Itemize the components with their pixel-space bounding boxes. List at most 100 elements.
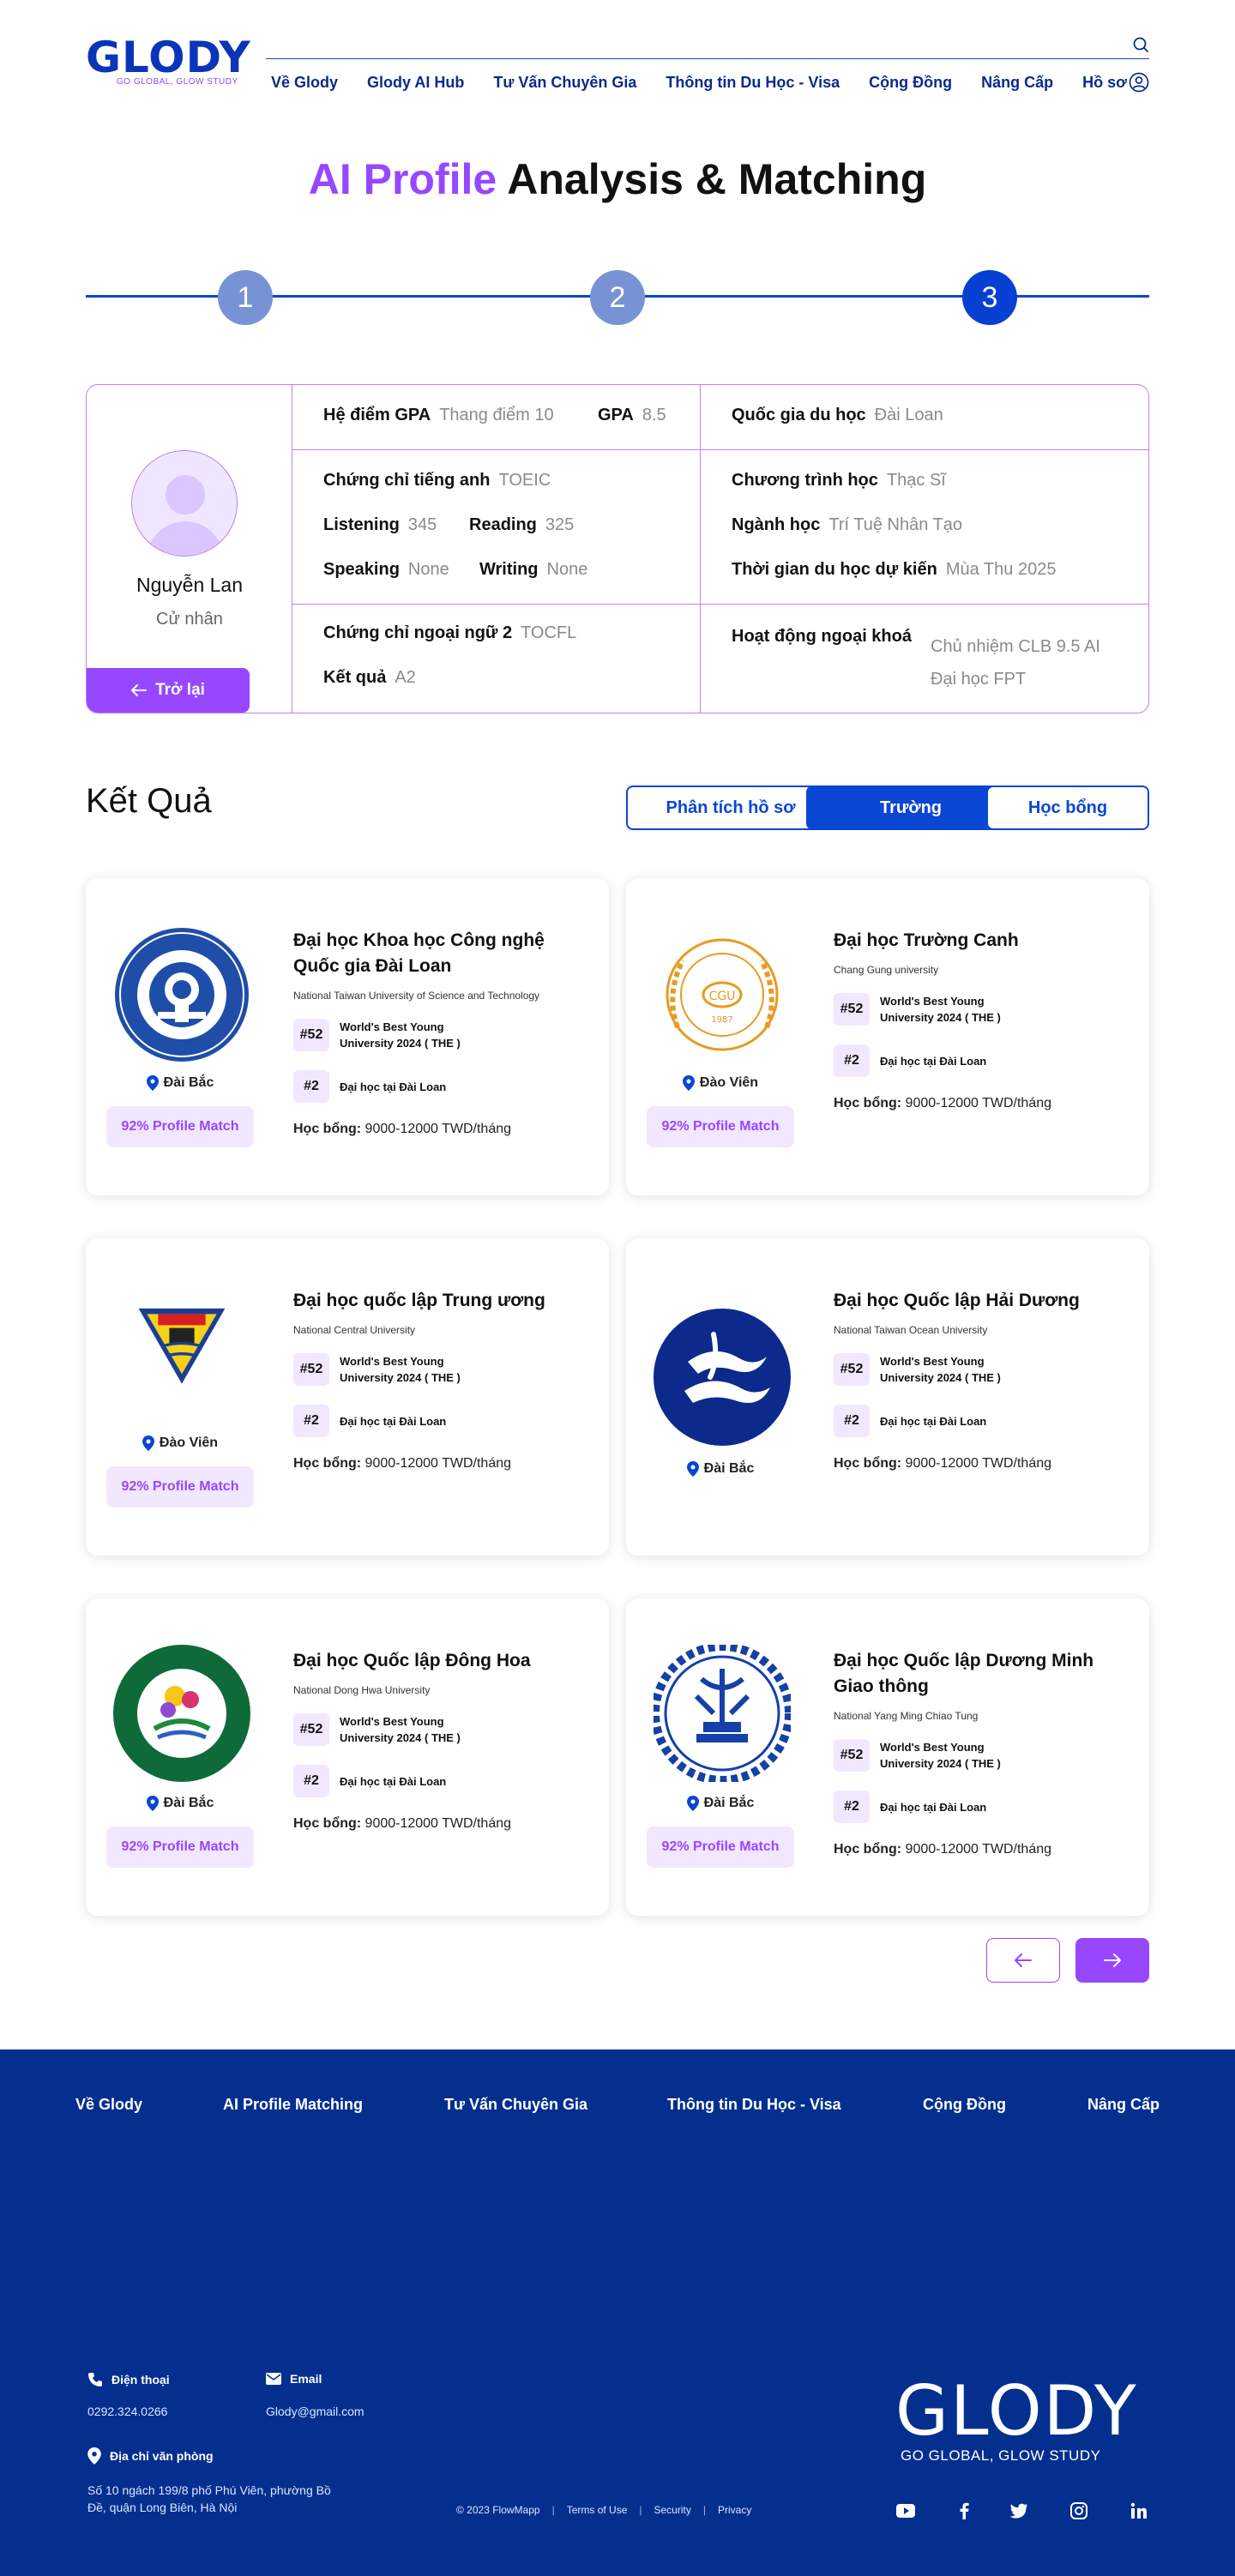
tab-scholarships[interactable]: Học bổng (986, 785, 1149, 830)
listening-label: Listening (323, 515, 400, 534)
country-label: Quốc gia du học (732, 406, 866, 424)
ncu-triangle-icon (113, 1293, 250, 1430)
nav-item-visa-info[interactable]: Thông tin Du Học - Visa (666, 74, 840, 92)
university-card[interactable]: Đào Viên 92% Profile Match Đại học quốc … (86, 1238, 609, 1556)
university-card[interactable]: Đài Bắc 92% Profile Match Đại học Quốc l… (626, 1598, 1149, 1916)
arrow-left-icon (131, 684, 148, 696)
university-name-line-1: Đại học Quốc lập Dương Minh (834, 1651, 1094, 1670)
site-header: GLODY GO GLOBAL, GLOW STUDY Về Glody Glo… (0, 0, 1235, 120)
next-page-button[interactable] (1075, 1938, 1149, 1983)
step-1[interactable]: 1 (218, 270, 273, 325)
scholarship: Học bổng: 9000-12000 TWD/tháng (834, 1096, 1051, 1111)
footer-nav-about[interactable]: Về Glody (75, 2096, 142, 2114)
reading-row: Reading 325 (469, 515, 574, 535)
gpa-scale-row: Hệ điểm GPA Thang điểm 10 (323, 406, 554, 425)
ranking-text: Đại học tại Đài Loan (340, 1414, 447, 1428)
twitter-icon[interactable] (1009, 2501, 1029, 2521)
step-2[interactable]: 2 (590, 270, 645, 325)
page-title-accent: AI Profile (308, 155, 497, 203)
ranking-text-line-1: World's Best Young (880, 1741, 985, 1754)
linkedin-icon[interactable] (1129, 2501, 1149, 2521)
footer-nav-community[interactable]: Cộng Đồng (923, 2096, 1006, 2114)
back-button-label: Trở lại (155, 681, 205, 699)
university-card[interactable]: Đài Bắc 92% Profile Match Đại học Quốc l… (86, 1598, 609, 1916)
page-title-rest: Analysis & Matching (497, 155, 927, 203)
nav-item-upgrade[interactable]: Nâng Cấp (981, 74, 1053, 92)
ranking-badge: #2 (293, 1070, 329, 1103)
university-name: Đại học Quốc lập Dương Minh Giao thông (834, 1648, 1125, 1700)
nav-item-expert[interactable]: Tư Vấn Chuyên Gia (493, 74, 636, 92)
step-3[interactable]: 3 (962, 270, 1017, 325)
footer-nav-upgrade[interactable]: Nâng Cấp (1087, 2096, 1160, 2114)
nav-item-profile[interactable]: Hồ sơ (1082, 74, 1127, 92)
user-icon[interactable] (1129, 72, 1149, 93)
ranking-taiwan: #2 Đại học tại Đài Loan (834, 1405, 986, 1437)
instagram-icon[interactable] (1069, 2501, 1089, 2521)
ranking-text: World's Best Young University 2024 ( THE … (880, 993, 1001, 1026)
footer-nav-expert[interactable]: Tư Vấn Chuyên Gia (444, 2096, 587, 2114)
arrow-right-icon (1104, 1953, 1121, 1967)
university-card[interactable]: CGU 1987 Đào Viên 92% Profile Match Đại … (626, 878, 1149, 1195)
progress-stepper: 1 2 3 (86, 268, 1149, 329)
writing-value: None (546, 560, 588, 579)
major-row: Ngành học Trí Tuệ Nhân Tạo (732, 515, 962, 535)
university-card[interactable]: Đài Bắc 92% Profile Match Đại học Khoa h… (86, 878, 609, 1195)
ranking-text: World's Best Young University 2024 ( THE … (340, 1353, 461, 1386)
gpa-scale-value: Thang điểm 10 (439, 406, 554, 424)
ranking-badge: #52 (293, 1353, 329, 1386)
youtube-icon[interactable] (895, 2501, 916, 2521)
location: Đài Bắc (626, 1461, 815, 1477)
map-pin-icon (146, 1075, 159, 1091)
gpa-cell: Hệ điểm GPA Thang điểm 10 GPA 8.5 (292, 385, 701, 450)
nav-item-about[interactable]: Về Glody (271, 74, 338, 92)
email-value[interactable]: Glody@gmail.com (266, 2404, 364, 2418)
map-pin-icon (87, 2447, 101, 2465)
legal-separator: | (639, 2504, 642, 2516)
security-link[interactable]: Security (654, 2504, 691, 2516)
university-english-name: National Taiwan University of Science an… (293, 990, 540, 1002)
extra-value-block: Chủ nhiệm CLB 9.5 AI Đại học FPT (931, 630, 1100, 695)
footer-nav-visa-info[interactable]: Thông tin Du Học - Visa (667, 2096, 841, 2114)
scholarship: Học bổng: 9000-12000 TWD/tháng (293, 1122, 511, 1137)
address-value: Số 10 ngách 199/8 phố Phú Viên, phường B… (87, 2482, 331, 2516)
ranking-badge: #2 (293, 1765, 329, 1797)
second-language-cell: Chứng chỉ ngoại ngữ 2 TOCFL Kết quả A2 (292, 605, 701, 713)
university-name-line-1: Đại học Trường Canh (834, 930, 1019, 950)
university-english-name: National Central University (293, 1324, 416, 1336)
tab-schools[interactable]: Trường (806, 785, 1015, 830)
english-cell: Chứng chỉ tiếng anh TOEIC Listening 345 Re… (292, 450, 701, 605)
nav-item-ai-hub[interactable]: Glody AI Hub (367, 74, 464, 92)
nav-item-community[interactable]: Cộng Đồng (869, 74, 952, 92)
ranking-text-line-2: University 2024 ( THE ) (340, 1371, 461, 1384)
avatar-body-shape (147, 521, 224, 556)
university-card[interactable]: Đài Bắc Đại học Quốc lập Hải Dương Natio… (626, 1238, 1149, 1556)
search-icon[interactable] (1132, 36, 1149, 53)
ranking-text-line-1: World's Best Young (340, 1020, 444, 1033)
scholarship: Học bổng: 9000-12000 TWD/tháng (293, 1456, 511, 1472)
site-footer: Về Glody AI Profile Matching Tư Vấn Chuy… (0, 2049, 1235, 2576)
footer-nav-ai-matching[interactable]: AI Profile Matching (223, 2096, 363, 2114)
ranking-badge: #52 (293, 1713, 329, 1746)
phone-icon (88, 2373, 102, 2386)
brand-logo[interactable]: GLODY GO GLOBAL, GLOW STUDY (86, 36, 251, 87)
university-name: Đại học quốc lập Trung ương (293, 1288, 585, 1314)
ntou-wave-icon (654, 1309, 791, 1446)
facebook-icon[interactable] (954, 2501, 974, 2521)
ranking-text: Đại học tại Đài Loan (880, 1054, 987, 1068)
previous-page-button[interactable] (986, 1938, 1060, 1983)
ranking-text: World's Best Young University 2024 ( THE … (340, 1713, 461, 1746)
ranking-badge: #2 (293, 1405, 329, 1437)
lang2-result-row: Kết quả A2 (323, 668, 416, 688)
terms-link[interactable]: Terms of Use (567, 2504, 628, 2516)
footer-logo[interactable]: GLODY GO GLOBAL, GLOW STUDY (895, 2375, 1138, 2465)
back-button[interactable]: Trở lại (87, 668, 250, 713)
phone-value[interactable]: 0292.324.0266 (87, 2404, 167, 2418)
profile-match-badge: 92% Profile Match (106, 1466, 254, 1508)
map-pin-icon (142, 1435, 154, 1451)
footer-logo-wordmark: GLODY (895, 2371, 1138, 2451)
university-name-line-1: Đại học Quốc lập Đông Hoa (293, 1651, 531, 1670)
university-english-name: National Yang Ming Chiao Tung (834, 1710, 979, 1722)
profile-match-badge: 92% Profile Match (106, 1106, 254, 1147)
privacy-link[interactable]: Privacy (718, 2504, 751, 2516)
tab-profile-analysis[interactable]: Phân tích hồ sơ (626, 785, 835, 830)
